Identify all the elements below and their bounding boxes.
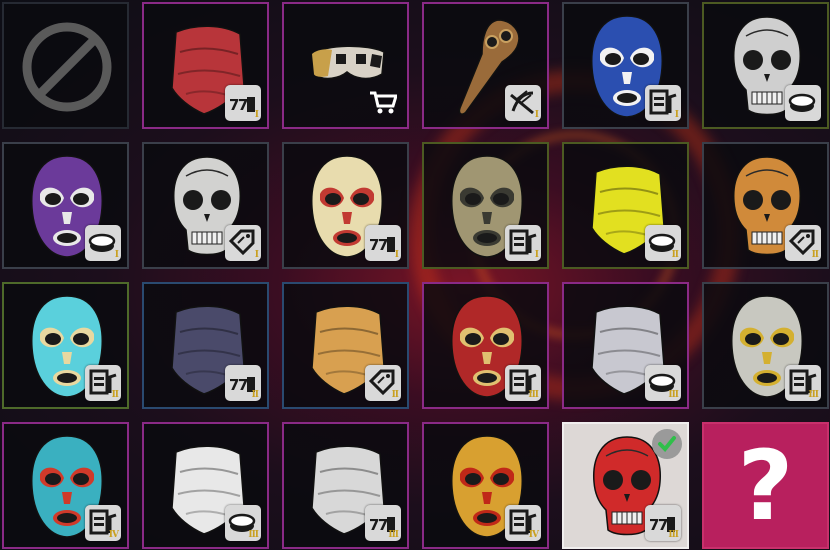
mask-tile[interactable]: II [702, 142, 829, 269]
mask-tile[interactable]: II [2, 282, 129, 409]
mask-tile[interactable]: I [142, 142, 269, 269]
no-mask-tile[interactable] [2, 2, 129, 129]
question-mark-icon: ? [737, 429, 794, 542]
tier-label: I [114, 250, 119, 260]
tier-label: I [674, 110, 679, 120]
mask-tile[interactable]: 7 7 II [142, 282, 269, 409]
mask-tile[interactable]: I [422, 2, 549, 129]
mask-tile[interactable]: I [2, 142, 129, 269]
tier-label: I [254, 110, 259, 120]
no-mask-icon [22, 22, 112, 112]
tier-label: III [248, 530, 259, 540]
tier-label: IV [528, 530, 539, 540]
coin-icon: I [85, 225, 121, 261]
tier-label: II [671, 250, 679, 260]
atm-icon: III [785, 365, 821, 401]
mask-tile[interactable]: II [282, 282, 409, 409]
tier-label: III [528, 390, 539, 400]
svg-text:7: 7 [238, 376, 248, 394]
atm-icon: I [645, 85, 681, 121]
slot-icon: 7 7 II [225, 365, 261, 401]
tier-label: I [534, 110, 539, 120]
tag-icon: II [785, 225, 821, 261]
coin-icon [785, 85, 821, 121]
checkmark-icon [652, 429, 682, 459]
mask-tile[interactable]: III [562, 282, 689, 409]
atm-icon: II [85, 365, 121, 401]
slot-icon: 7 7 III [365, 505, 401, 541]
coin-icon: III [225, 505, 261, 541]
coin-icon: III [645, 365, 681, 401]
mystery-mask-tile[interactable]: ? [702, 422, 829, 549]
tier-label: II [111, 390, 119, 400]
tier-label: II [391, 390, 399, 400]
mask-tile[interactable]: I [422, 142, 549, 269]
svg-text:7: 7 [658, 516, 668, 534]
tag-icon: I [225, 225, 261, 261]
atm-icon: IV [85, 505, 121, 541]
mask-tile[interactable] [702, 2, 829, 129]
tier-label: I [534, 250, 539, 260]
slot-icon: 7 7 III [645, 505, 681, 541]
mask-tile[interactable]: 7 7 I [282, 142, 409, 269]
atm-icon: III [505, 365, 541, 401]
mask-tile[interactable]: IV [2, 422, 129, 549]
atm-icon: IV [505, 505, 541, 541]
boost-icon: I [505, 85, 541, 121]
tier-label: III [388, 530, 399, 540]
tier-label: II [251, 390, 259, 400]
svg-text:7: 7 [378, 516, 388, 534]
tier-label: II [811, 250, 819, 260]
tier-label: III [668, 390, 679, 400]
mask-grid: 7 7 I I I I I 7 7 I I II II II 7 7 II II… [0, 0, 830, 550]
mask-tile[interactable]: III [422, 282, 549, 409]
slot-icon: 7 7 I [225, 85, 261, 121]
svg-text:7: 7 [238, 96, 248, 114]
tier-label: I [394, 250, 399, 260]
tier-label: III [808, 390, 819, 400]
mask-tile[interactable]: III [142, 422, 269, 549]
mask-tile[interactable]: IV [422, 422, 549, 549]
mask-tile[interactable] [282, 2, 409, 129]
coin-icon: II [645, 225, 681, 261]
tag-icon: II [365, 365, 401, 401]
mask-tile[interactable]: 7 7 I [142, 2, 269, 129]
mask-tile[interactable]: 7 7 III [562, 422, 689, 549]
mask-tile[interactable]: II [562, 142, 689, 269]
svg-text:7: 7 [378, 236, 388, 254]
tier-label: III [668, 530, 679, 540]
mask-tile[interactable]: I [562, 2, 689, 129]
slot-icon: 7 7 I [365, 225, 401, 261]
atm-icon: I [505, 225, 541, 261]
tier-label: I [254, 250, 259, 260]
tier-label: IV [108, 530, 119, 540]
cart-icon[interactable] [369, 90, 399, 119]
mask-tile[interactable]: 7 7 III [282, 422, 409, 549]
mask-tile[interactable]: III [702, 282, 829, 409]
